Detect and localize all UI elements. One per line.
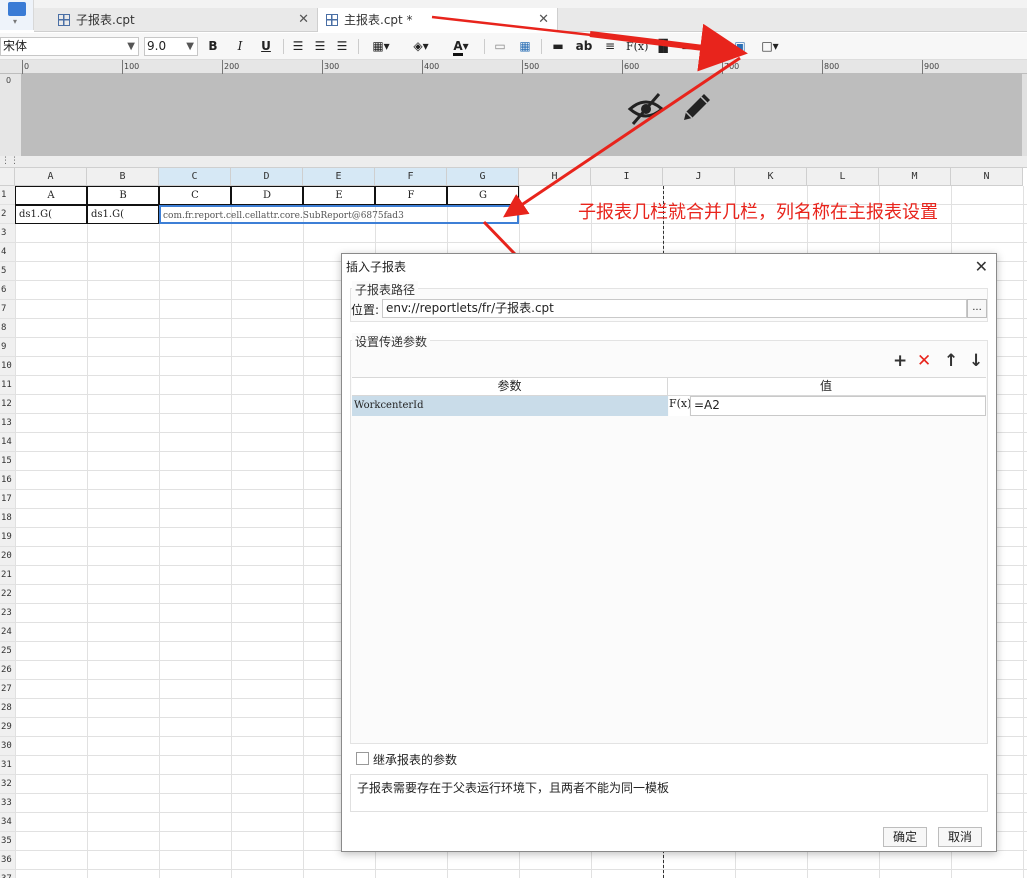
location-input[interactable]: env://reportlets/fr/子报表.cpt <box>382 299 967 318</box>
param-name-header: 参数 <box>352 378 668 395</box>
inherit-checkbox[interactable] <box>356 752 369 765</box>
move-down-icon[interactable]: ↓ <box>969 352 983 370</box>
insert-subreport-dialog: 插入子报表 ✕ 子报表路径 位置: env://reportlets/fr/子报… <box>341 253 997 852</box>
move-up-icon[interactable]: ↑ <box>944 352 958 370</box>
add-param-icon[interactable]: + <box>893 352 907 370</box>
close-icon[interactable]: ✕ <box>975 257 988 277</box>
params-table-header: 参数 值 <box>352 377 986 396</box>
ok-button[interactable]: 确定 <box>883 827 927 847</box>
formula-button[interactable]: F(x) <box>669 396 691 416</box>
inherit-label: 继承报表的参数 <box>373 753 458 767</box>
location-label: 位置: <box>351 303 380 317</box>
arrow-to-cell <box>503 56 741 218</box>
params-group-label: 设置传递参数 <box>352 333 431 350</box>
dialog-title: 插入子报表 <box>346 260 407 274</box>
arrow-to-subreport-icon <box>589 23 748 72</box>
delete-param-icon[interactable]: ✕ <box>917 352 931 370</box>
browse-button[interactable]: ... <box>967 299 987 318</box>
param-value-input[interactable]: =A2 <box>690 396 986 416</box>
param-name-cell[interactable]: WorkcenterId <box>352 396 668 416</box>
param-value-header: 值 <box>819 379 832 393</box>
cancel-button[interactable]: 取消 <box>938 827 982 847</box>
note-text: 子报表需要存在于父表运行环境下，且两者不能为同一模板 <box>350 774 988 812</box>
path-group-label: 子报表路径 <box>352 281 419 298</box>
